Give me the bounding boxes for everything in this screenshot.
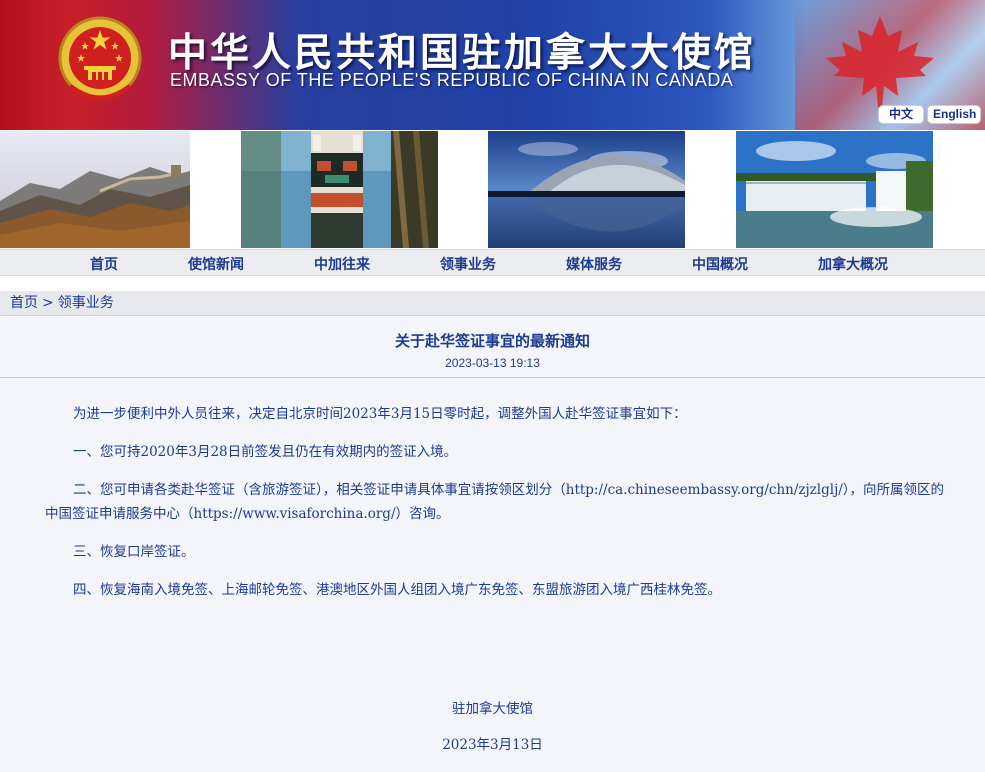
nav-item-consular-affairs[interactable]: 领事业务: [440, 254, 496, 274]
article-paragraph: 为进一步便利中外人员往来，决定自北京时间2023年3月15日零时起，调整外国人赴…: [73, 406, 687, 422]
signature-organization: 驻加拿大使馆: [452, 701, 533, 717]
nav-item-embassy-news[interactable]: 使馆新闻: [188, 254, 244, 274]
article-header: 关于赴华签证事宜的最新通知 2023-03-13 19:13: [0, 316, 985, 378]
language-switcher: 中文 English: [879, 106, 980, 123]
breadcrumb: 首页 > 领事业务: [0, 291, 985, 316]
totem-pole-photo: [241, 131, 438, 248]
site-title-english: EMBASSY OF THE PEOPLE'S REPUBLIC OF CHIN…: [170, 70, 734, 90]
spacer: [0, 276, 985, 291]
article-title: 关于赴华签证事宜的最新通知: [394, 332, 590, 350]
nav-item-media-services[interactable]: 媒体服务: [566, 254, 622, 274]
article-paragraph: 四、恢复海南入境免签、上海邮轮免签、港澳地区外国人组团入境广东免签、东盟旅游团入…: [73, 582, 721, 598]
article-paragraph: 三、恢复口岸签证。: [73, 544, 195, 560]
nav-item-about-canada[interactable]: 加拿大概况: [818, 254, 888, 274]
article-body: 为进一步便利中外人员往来，决定自北京时间2023年3月15日零时起，调整外国人赴…: [0, 378, 985, 602]
great-wall-photo: [0, 131, 190, 248]
national-emblem-icon: [58, 16, 142, 101]
breadcrumb-home-link[interactable]: 首页: [10, 295, 38, 311]
photo-strip: [0, 130, 985, 249]
article-paragraph: 一、您可持2020年3月28日前签发且仍在有效期内的签证入境。: [73, 444, 458, 460]
breadcrumb-current-link[interactable]: 领事业务: [58, 295, 114, 311]
header-banner: 中华人民共和国驻加拿大大使馆 EMBASSY OF THE PEOPLE'S R…: [0, 0, 985, 130]
national-grand-theatre-photo: [488, 131, 685, 248]
article-date: 2023-03-13 19:13: [445, 356, 540, 370]
nav-item-about-china[interactable]: 中国概况: [692, 254, 748, 274]
chinese-language-button[interactable]: 中文: [879, 106, 923, 123]
breadcrumb-separator: >: [42, 295, 54, 311]
signature-date: 2023年3月13日: [442, 737, 543, 753]
nav-item-home[interactable]: 首页: [90, 254, 118, 274]
english-language-button[interactable]: English: [928, 106, 980, 123]
maple-leaf-icon: [826, 16, 934, 108]
nav-item-china-canada-relations[interactable]: 中加往来: [314, 254, 370, 274]
niagara-falls-photo: [736, 131, 933, 248]
main-navigation: 首页 使馆新闻 中加往来 领事业务 媒体服务 中国概况 加拿大概况: [0, 249, 985, 276]
article-paragraph: 二、您可申请各类赴华签证（含旅游签证），相关签证申请具体事宜请按领区划分（htt…: [45, 482, 945, 522]
